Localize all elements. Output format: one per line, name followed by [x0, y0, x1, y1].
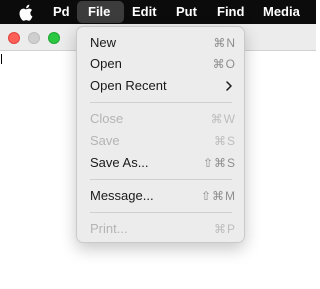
close-window-button[interactable] — [8, 32, 20, 44]
minimize-window-button[interactable] — [28, 32, 40, 44]
menu-item-print-shortcut: ⌘P — [213, 222, 236, 236]
menu-item-save-as-shortcut: ⇧⌘S — [202, 156, 236, 170]
menu-item-new-shortcut: ⌘N — [213, 36, 236, 50]
menu-separator — [90, 102, 232, 103]
menu-item-open[interactable]: Open ⌘O — [77, 54, 246, 74]
menu-item-save-label: Save — [90, 133, 120, 148]
menu-separator — [90, 212, 232, 213]
menu-item-save-as-label: Save As... — [90, 155, 149, 170]
zoom-window-button[interactable] — [48, 32, 60, 44]
menu-media[interactable]: Media — [263, 0, 300, 24]
menu-item-new[interactable]: New ⌘N — [77, 33, 246, 53]
menu-edit[interactable]: Edit — [132, 0, 157, 24]
menu-item-new-label: New — [90, 35, 117, 50]
menu-item-open-recent-label: Open Recent — [90, 78, 167, 93]
menu-item-message[interactable]: Message... ⇧⌘M — [77, 186, 246, 206]
chevron-right-icon — [226, 81, 232, 91]
text-cursor — [1, 54, 2, 64]
menu-item-close-shortcut: ⌘W — [210, 112, 236, 126]
menu-put[interactable]: Put — [176, 0, 197, 24]
menu-file-label: File — [88, 4, 111, 19]
file-menu-dropdown: New ⌘N Open ⌘O Open Recent Close ⌘W Save… — [76, 26, 245, 243]
menu-item-print-label: Print... — [90, 221, 128, 236]
menu-item-print[interactable]: Print... ⌘P — [77, 219, 246, 239]
apple-logo-icon[interactable] — [18, 4, 33, 21]
menu-item-open-recent[interactable]: Open Recent — [77, 76, 246, 96]
menu-item-save-as[interactable]: Save As... ⇧⌘S — [77, 153, 246, 173]
menu-item-close[interactable]: Close ⌘W — [77, 109, 246, 129]
menu-item-message-shortcut: ⇧⌘M — [200, 189, 236, 203]
menu-item-close-label: Close — [90, 111, 124, 126]
menu-find[interactable]: Find — [217, 0, 244, 24]
menu-bar: Pd File Edit Put Find Media — [0, 0, 316, 24]
menu-file[interactable]: File — [77, 1, 124, 23]
menu-item-save-shortcut: ⌘S — [213, 134, 236, 148]
menu-item-open-shortcut: ⌘O — [212, 57, 236, 71]
menu-separator — [90, 179, 232, 180]
menu-pd[interactable]: Pd — [53, 0, 70, 24]
menu-item-message-label: Message... — [90, 188, 154, 203]
menu-item-save[interactable]: Save ⌘S — [77, 131, 246, 151]
menu-item-open-label: Open — [90, 56, 122, 71]
